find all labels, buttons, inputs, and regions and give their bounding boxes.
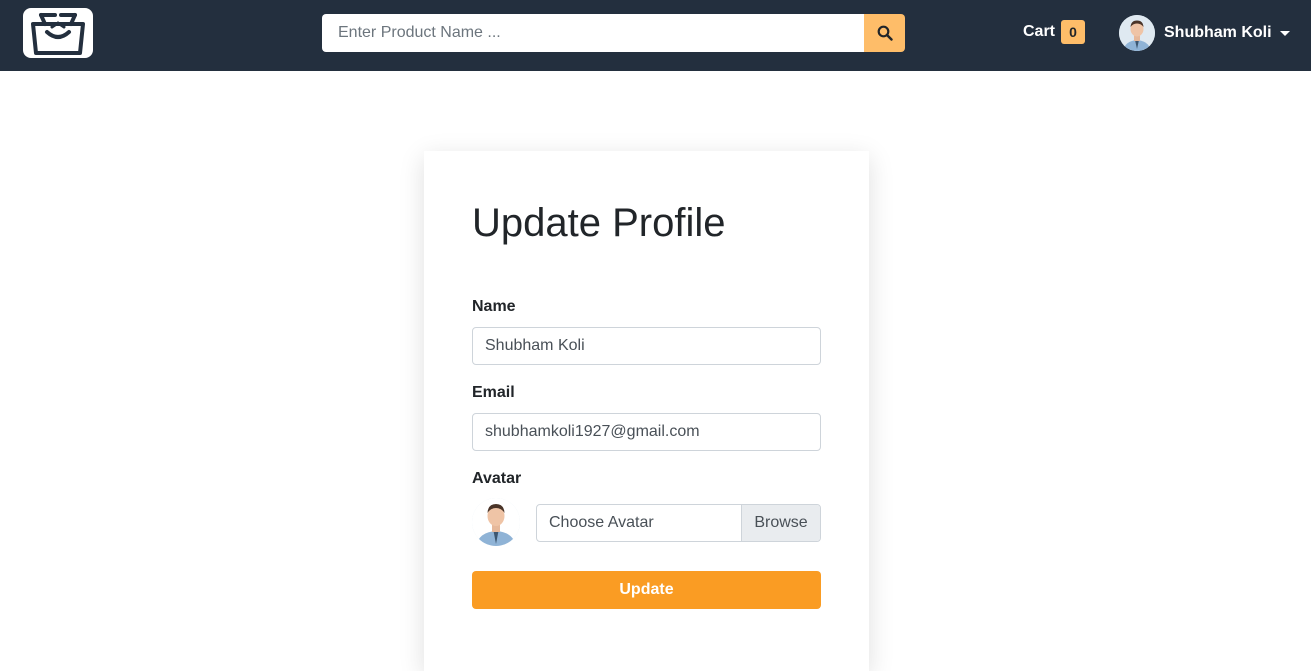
logo[interactable] — [23, 8, 93, 58]
file-input-label: Choose Avatar — [549, 514, 654, 531]
email-label: Email — [472, 384, 515, 401]
search-button[interactable] — [864, 14, 905, 52]
cart-count-badge: 0 — [1061, 20, 1086, 44]
chevron-down-icon — [1279, 30, 1290, 36]
search-icon — [877, 25, 893, 41]
user-menu-toggle[interactable]: Shubham Koli — [1119, 15, 1290, 51]
page-title: Update Profile — [472, 201, 726, 245]
cart-label: Cart — [1023, 23, 1056, 40]
email-field[interactable] — [472, 413, 821, 451]
name-field[interactable] — [472, 327, 821, 365]
avatar-preview — [472, 498, 520, 546]
avatar-file-input[interactable]: Choose Avatar Browse — [536, 504, 821, 542]
search-input[interactable] — [322, 14, 864, 52]
search-bar — [322, 14, 905, 52]
user-name: Shubham Koli — [1164, 24, 1272, 41]
cart-link[interactable]: Cart 0 — [1023, 20, 1086, 44]
browse-button[interactable]: Browse — [741, 505, 820, 541]
name-label: Name — [472, 298, 516, 315]
update-profile-card: Update Profile Name Email Avatar Choose … — [424, 151, 869, 671]
navbar: Cart 0 Shubham Koli — [0, 0, 1311, 71]
user-avatar — [1119, 15, 1155, 51]
shopping-bag-icon — [31, 13, 85, 55]
update-button[interactable]: Update — [472, 571, 821, 609]
avatar-label: Avatar — [472, 470, 522, 487]
